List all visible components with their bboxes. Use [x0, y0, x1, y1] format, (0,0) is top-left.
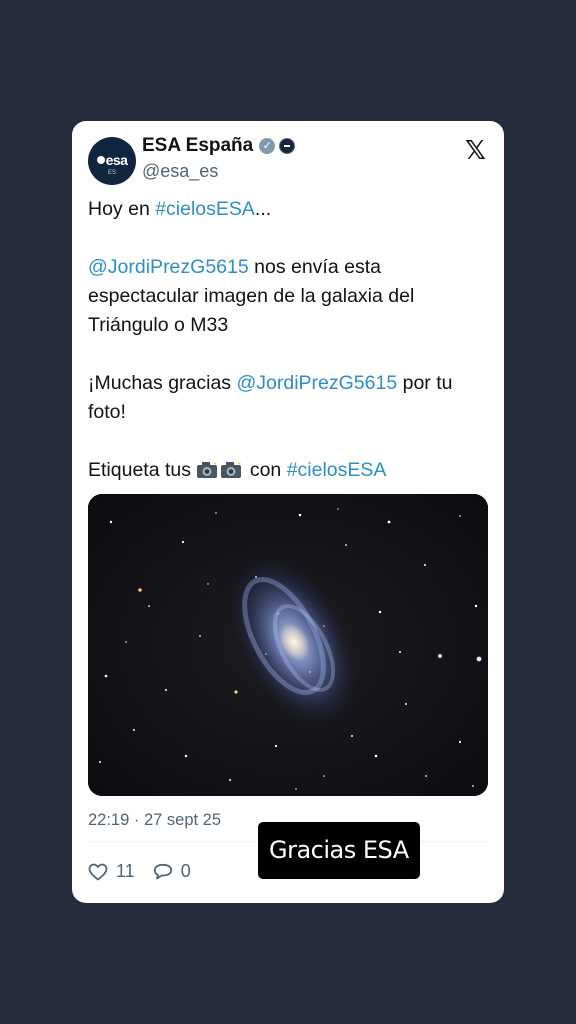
- avatar[interactable]: esa ES: [88, 137, 136, 185]
- tweet-card: esa ES ESA España ✓ @esa_es 𝕏 Hoy en #ci…: [72, 121, 504, 903]
- hashtag-link[interactable]: #cielosESA: [155, 198, 255, 220]
- avatar-subtext: ES: [107, 170, 116, 176]
- reply-button[interactable]: 0: [153, 861, 191, 882]
- galaxy-image: [88, 494, 488, 796]
- like-button[interactable]: 11: [88, 861, 135, 882]
- reply-count: 0: [180, 861, 191, 881]
- author-row: ESA España ✓: [142, 135, 296, 157]
- mention-link[interactable]: @JordiPrezG5615: [236, 372, 397, 394]
- esa-affiliate-icon[interactable]: [279, 138, 296, 154]
- mention-link[interactable]: @JordiPrezG5615: [88, 256, 249, 278]
- action-bar: 11 0: [88, 861, 191, 882]
- verified-badge-icon: ✓: [259, 138, 276, 154]
- x-logo-icon[interactable]: 𝕏: [465, 137, 486, 163]
- hashtag-link[interactable]: #cielosESA: [287, 459, 387, 481]
- heart-icon: [88, 863, 108, 881]
- tweet-text: Hoy en #cielosESA... @JordiPrezG5615 nos…: [88, 198, 453, 481]
- like-count: 11: [116, 861, 135, 881]
- tweet-timestamp[interactable]: 22:19 · 27 sept 25: [88, 811, 221, 830]
- esa-logo: esa: [88, 152, 136, 168]
- story-caption: Gracias ESA: [258, 822, 420, 879]
- reply-icon: [153, 863, 172, 879]
- camera-flash-icon: [221, 460, 242, 478]
- camera-flash-icon: [197, 460, 218, 478]
- display-name[interactable]: ESA España: [142, 135, 253, 157]
- galaxy-photo[interactable]: [88, 494, 488, 796]
- handle[interactable]: @esa_es: [142, 161, 218, 182]
